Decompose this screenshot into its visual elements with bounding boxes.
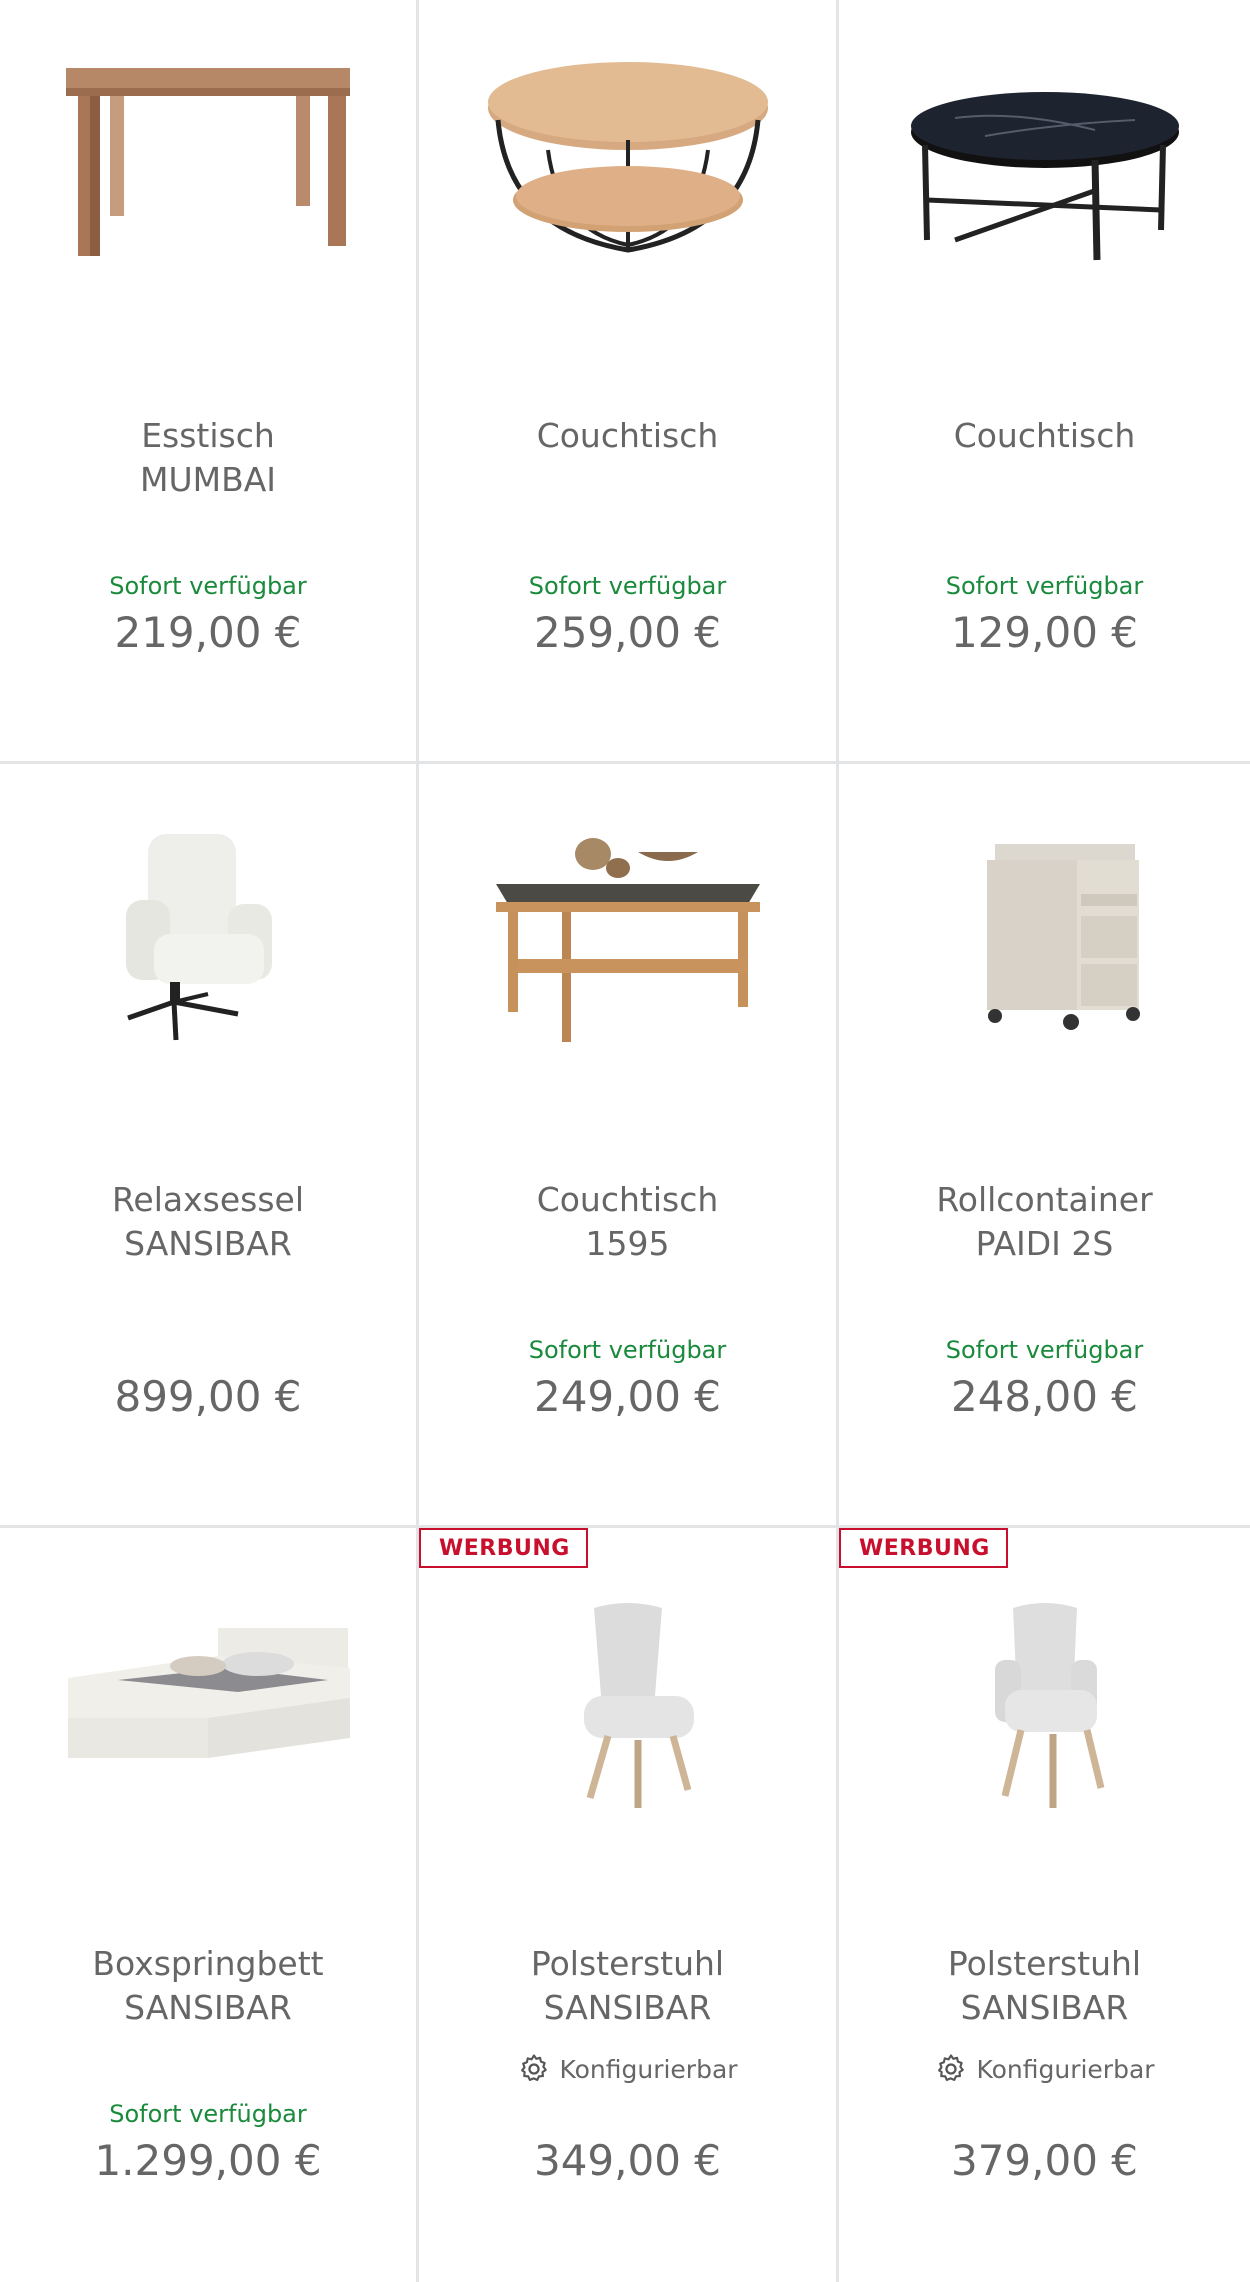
price-label: 379,00 €	[950, 2136, 1139, 2185]
product-image-boxspring-bed[interactable]	[0, 1568, 416, 1898]
product-title[interactable]: Esstisch MUMBAI	[0, 414, 416, 502]
product-image-rolling-cabinet[interactable]	[839, 804, 1250, 1134]
product-card[interactable]: Couchtisch Sofort verfügbar 129,00 €	[839, 0, 1250, 764]
product-title[interactable]: Relaxsessel SANSIBAR	[0, 1178, 416, 1266]
product-card[interactable]: Esstisch MUMBAI Sofort verfügbar 219,00 …	[0, 0, 419, 764]
gear-icon	[938, 2054, 965, 2081]
product-title[interactable]: Polsterstuhl SANSIBAR	[839, 1942, 1250, 2030]
product-image-console-table[interactable]	[0, 40, 416, 370]
product-image-upholstered-chair[interactable]	[419, 1568, 836, 1898]
availability-label: Sofort verfügbar	[528, 1336, 727, 1364]
product-image-armchair[interactable]	[839, 1568, 1250, 1898]
price-label: 899,00 €	[114, 1372, 302, 1421]
werbung-badge: WERBUNG	[839, 1528, 1008, 1568]
product-image-round-coffee-table-marble[interactable]	[839, 40, 1250, 370]
product-grid: Esstisch MUMBAI Sofort verfügbar 219,00 …	[0, 0, 1250, 2282]
product-card[interactable]: WERBUNG Polsterstuhl SANSIBAR Konfigurie…	[419, 1528, 839, 2282]
product-card[interactable]: Rollcontainer PAIDI 2S Sofort verfügbar …	[839, 764, 1250, 1528]
price-label: 219,00 €	[114, 608, 302, 657]
gear-icon	[521, 2054, 548, 2081]
price-label: 349,00 €	[533, 2136, 722, 2185]
availability-label: Sofort verfügbar	[945, 572, 1144, 600]
configurable-label[interactable]: Konfigurierbar	[419, 2052, 836, 2086]
product-title[interactable]: Rollcontainer PAIDI 2S	[839, 1178, 1250, 1266]
product-card[interactable]: Relaxsessel SANSIBAR 899,00 €	[0, 764, 419, 1528]
price-label: 1.299,00 €	[94, 2136, 322, 2185]
product-card[interactable]: WERBUNG Polsterstuhl SANSIBAR Konfigurie…	[839, 1528, 1250, 2282]
product-card[interactable]: Boxspringbett SANSIBAR Sofort verfügbar …	[0, 1528, 419, 2282]
product-title[interactable]: Boxspringbett SANSIBAR	[0, 1942, 416, 2030]
price-label: 129,00 €	[950, 608, 1139, 657]
product-card[interactable]: Couchtisch 1595 Sofort verfügbar 249,00 …	[419, 764, 839, 1528]
werbung-badge: WERBUNG	[419, 1528, 588, 1568]
availability-label: Sofort verfügbar	[945, 1336, 1144, 1364]
product-title[interactable]: Couchtisch	[419, 414, 836, 458]
availability-label: Sofort verfügbar	[109, 2100, 307, 2128]
product-title[interactable]: Couchtisch 1595	[419, 1178, 836, 1266]
product-image-round-coffee-table-wood[interactable]	[419, 40, 836, 370]
price-label: 259,00 €	[533, 608, 722, 657]
product-image-rect-coffee-table[interactable]	[419, 804, 836, 1134]
price-label: 249,00 €	[533, 1372, 722, 1421]
configurable-label[interactable]: Konfigurierbar	[839, 2052, 1250, 2086]
availability-label: Sofort verfügbar	[109, 572, 307, 600]
availability-label: Sofort verfügbar	[528, 572, 727, 600]
product-title[interactable]: Couchtisch	[839, 414, 1250, 458]
price-label: 248,00 €	[950, 1372, 1139, 1421]
product-image-recliner-chair[interactable]	[0, 804, 416, 1134]
product-card[interactable]: Couchtisch Sofort verfügbar 259,00 €	[419, 0, 839, 764]
product-title[interactable]: Polsterstuhl SANSIBAR	[419, 1942, 836, 2030]
